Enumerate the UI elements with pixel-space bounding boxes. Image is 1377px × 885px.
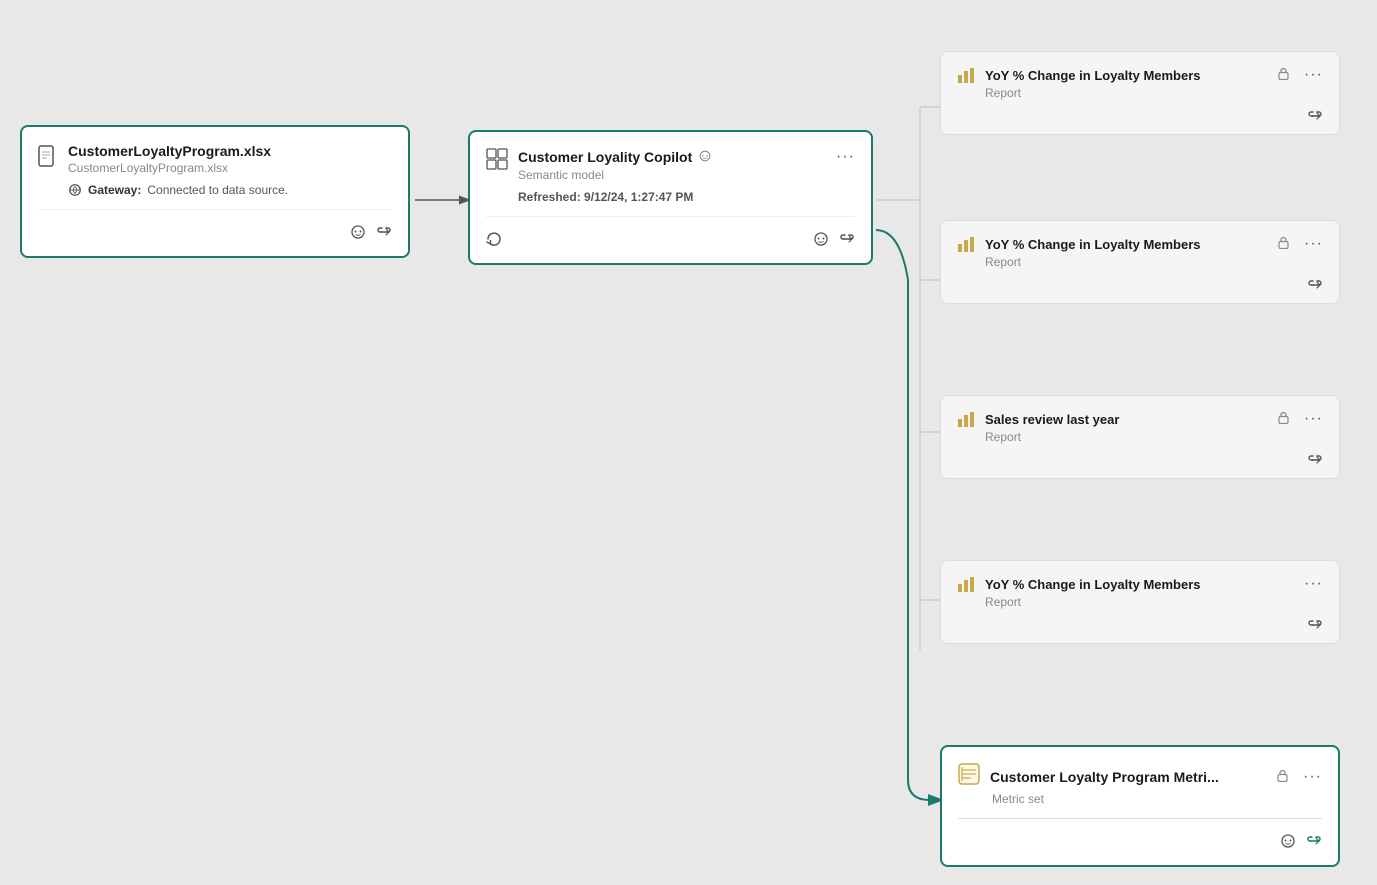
report1-title: YoY % Change in Loyalty Members xyxy=(985,68,1263,83)
report-card-1: YoY % Change in Loyalty Members ··· Repo… xyxy=(940,51,1340,135)
report3-type: Report xyxy=(985,430,1323,444)
report2-type: Report xyxy=(985,255,1323,269)
report2-title: YoY % Change in Loyalty Members xyxy=(985,237,1263,252)
semantic-icon xyxy=(486,148,508,175)
metric-title: Customer Loyalty Program Metri... xyxy=(990,769,1262,785)
semantic-footer xyxy=(486,231,855,247)
source-link-icon[interactable] xyxy=(376,224,392,240)
source-subtitle: CustomerLoyaltyProgram.xlsx xyxy=(68,161,288,175)
metric-copilot-icon[interactable] xyxy=(1280,833,1296,849)
gateway-icon xyxy=(68,183,82,197)
report4-type: Report xyxy=(985,595,1323,609)
report2-lock-icon xyxy=(1277,236,1290,252)
report2-bar-icon xyxy=(957,235,975,253)
source-footer xyxy=(38,224,392,240)
metric-footer xyxy=(958,833,1322,849)
semantic-copilot-icon[interactable] xyxy=(813,231,829,247)
report3-menu-button[interactable]: ··· xyxy=(1304,410,1323,428)
source-title: CustomerLoyaltyProgram.xlsx xyxy=(68,143,288,159)
report1-type: Report xyxy=(985,86,1323,100)
report4-title: YoY % Change in Loyalty Members xyxy=(985,577,1290,592)
metric-link-icon[interactable] xyxy=(1306,833,1322,849)
source-copilot-icon[interactable] xyxy=(350,224,366,240)
metric-icon xyxy=(958,763,980,790)
report-card-3: Sales review last year ··· Report xyxy=(940,395,1340,479)
report4-bar-icon xyxy=(957,575,975,593)
report1-lock-icon xyxy=(1277,67,1290,83)
report2-menu-button[interactable]: ··· xyxy=(1304,235,1323,253)
gateway-label: Gateway: xyxy=(88,183,141,197)
gateway-row: Gateway: Connected to data source. xyxy=(68,183,288,197)
metric-menu-button[interactable]: ··· xyxy=(1303,768,1322,786)
metric-subtitle: Metric set xyxy=(992,792,1322,806)
report1-link-icon[interactable] xyxy=(1307,108,1323,124)
report3-link-icon[interactable] xyxy=(1307,452,1323,468)
report3-lock-icon xyxy=(1277,411,1290,427)
report1-bar-icon xyxy=(957,66,975,84)
report3-title: Sales review last year xyxy=(985,412,1263,427)
source-node: CustomerLoyaltyProgram.xlsx CustomerLoya… xyxy=(20,125,410,258)
report-card-2: YoY % Change in Loyalty Members ··· Repo… xyxy=(940,220,1340,304)
report1-menu-button[interactable]: ··· xyxy=(1304,66,1323,84)
report2-link-icon[interactable] xyxy=(1307,277,1323,293)
metric-lock-icon xyxy=(1276,769,1289,785)
report-card-4: YoY % Change in Loyalty Members ··· Repo… xyxy=(940,560,1340,644)
semantic-copilot-badge xyxy=(698,149,712,166)
gateway-text: Connected to data source. xyxy=(147,183,288,197)
semantic-link-icon[interactable] xyxy=(839,231,855,247)
file-icon xyxy=(38,145,58,173)
report4-link-icon[interactable] xyxy=(1307,617,1323,633)
semantic-subtitle: Semantic model xyxy=(518,168,855,182)
semantic-menu-button[interactable]: ··· xyxy=(836,148,855,166)
semantic-refreshed: Refreshed: 9/12/24, 1:27:47 PM xyxy=(518,190,855,204)
metric-card: Customer Loyalty Program Metri... ··· Me… xyxy=(940,745,1340,867)
semantic-refresh-icon[interactable] xyxy=(486,231,502,247)
semantic-model-node: Customer Loyality Copilot ··· Semantic m… xyxy=(468,130,873,265)
report4-menu-button[interactable]: ··· xyxy=(1304,575,1323,593)
report3-bar-icon xyxy=(957,410,975,428)
semantic-title: Customer Loyality Copilot xyxy=(518,149,692,165)
